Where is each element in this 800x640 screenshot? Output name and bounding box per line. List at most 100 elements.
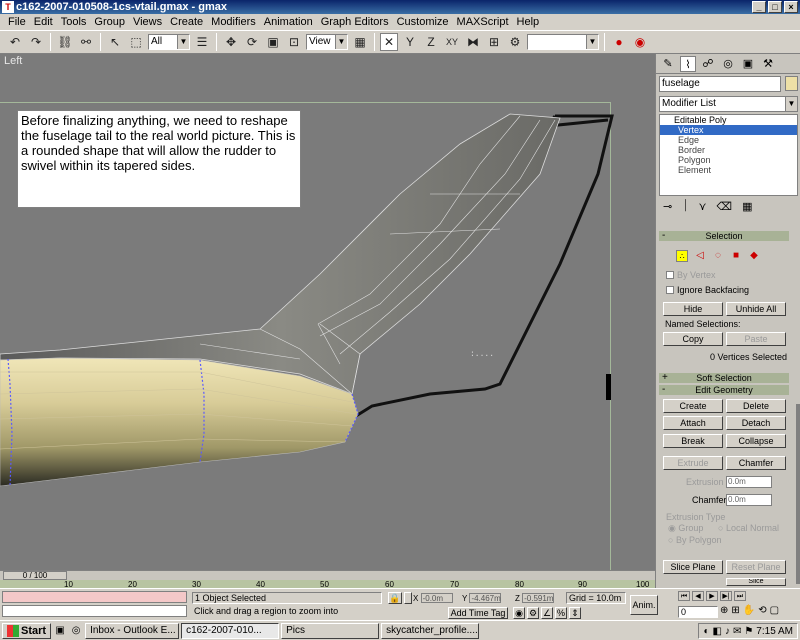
menu-edit[interactable]: Edit: [30, 14, 57, 30]
element-level-icon[interactable]: ◆: [748, 250, 760, 262]
restrict-xy-plane-icon[interactable]: ✕: [380, 33, 398, 51]
desktop-quicklaunch-icon[interactable]: ▣: [53, 625, 67, 636]
spinner-snap-icon[interactable]: ⇕: [569, 607, 581, 619]
local-normal-radio[interactable]: ○ Local Normal: [718, 523, 779, 533]
close-button[interactable]: ×: [784, 1, 798, 13]
object-name-field[interactable]: fuselage: [659, 76, 781, 92]
select-object-icon[interactable]: ↖: [106, 33, 124, 51]
slice-plane-button[interactable]: Slice Plane: [663, 560, 723, 574]
stack-item-polygon[interactable]: Polygon: [660, 155, 797, 165]
snap-icon[interactable]: ⚙: [506, 33, 524, 51]
move-icon[interactable]: ✥: [222, 33, 240, 51]
stack-item-editable-poly[interactable]: Editable Poly: [660, 115, 797, 125]
create-button[interactable]: Create: [663, 399, 723, 413]
pin-stack-icon[interactable]: ⊸: [663, 200, 672, 216]
selection-region-icon[interactable]: ⬚: [127, 33, 145, 51]
rotate-icon[interactable]: ⟳: [243, 33, 261, 51]
select-by-name-icon[interactable]: ☰: [193, 33, 211, 51]
task-outlook[interactable]: Inbox - Outlook E...: [85, 622, 180, 639]
scale-icon[interactable]: ▣: [264, 33, 282, 51]
z-coordinate[interactable]: Z -0.591m: [515, 593, 555, 603]
add-time-tag-button[interactable]: Add Time Tag: [448, 607, 508, 619]
command-panel-scrollbar[interactable]: [796, 404, 800, 584]
squash-icon[interactable]: ⊡: [285, 33, 303, 51]
restrict-y-icon[interactable]: Y: [401, 33, 419, 51]
current-frame-field[interactable]: 0: [678, 606, 718, 618]
show-end-result-icon[interactable]: ⏐: [682, 200, 688, 216]
border-level-icon[interactable]: ◌: [712, 250, 724, 262]
display-tab-icon[interactable]: ▣: [740, 56, 756, 72]
mirror-icon[interactable]: ⧓: [464, 33, 482, 51]
pan-icon[interactable]: ✋: [743, 605, 755, 616]
remove-modifier-icon[interactable]: ⌫: [717, 200, 733, 216]
soft-selection-rollout-header[interactable]: + Soft Selection: [659, 373, 789, 383]
chamfer-spinner[interactable]: 0.0m: [726, 494, 772, 506]
y-coordinate[interactable]: Y -4.467m: [462, 593, 502, 603]
edit-geometry-rollout-header[interactable]: - Edit Geometry: [659, 385, 789, 395]
stack-item-border[interactable]: Border: [660, 145, 797, 155]
render-icon[interactable]: ◉: [631, 33, 649, 51]
extrusion-spinner[interactable]: 0.0m: [726, 476, 772, 488]
extrude-button[interactable]: Extrude: [663, 456, 723, 470]
arc-rotate-icon[interactable]: ⟲: [758, 605, 766, 616]
tray-icon[interactable]: ♪: [725, 626, 730, 637]
zoom-all-icon[interactable]: ⊞: [731, 605, 739, 616]
link-icon[interactable]: ⛓: [56, 33, 74, 51]
x-coordinate[interactable]: X -0.0m: [413, 593, 453, 603]
ignore-backfacing-checkbox[interactable]: Ignore Backfacing: [666, 285, 749, 295]
snap-toggle-icon[interactable]: ⚙: [527, 607, 539, 619]
chamfer-button[interactable]: Chamfer: [726, 456, 786, 470]
task-gmax[interactable]: c162-2007-010...: [181, 622, 280, 639]
make-unique-icon[interactable]: ⋎: [698, 200, 706, 216]
pivot-center-icon[interactable]: ▦: [351, 33, 369, 51]
menu-customize[interactable]: Customize: [393, 14, 453, 30]
polygon-level-icon[interactable]: ■: [730, 250, 742, 262]
utilities-tab-icon[interactable]: ⚒: [760, 56, 776, 72]
named-selection-sets-dropdown[interactable]: ▼: [527, 34, 599, 50]
menu-maxscript[interactable]: MAXScript: [453, 14, 513, 30]
lock-selection-icon[interactable]: 🔒: [388, 592, 402, 604]
detach-button[interactable]: Detach: [726, 416, 786, 430]
animate-button[interactable]: Anim.: [630, 595, 658, 615]
hide-button[interactable]: Hide: [663, 302, 723, 316]
modifier-list-dropdown[interactable]: Modifier List ▼: [659, 96, 798, 112]
stack-item-vertex[interactable]: Vertex: [660, 125, 797, 135]
maximize-viewport-icon[interactable]: ▢: [770, 605, 779, 616]
create-tab-icon[interactable]: ✎: [660, 56, 676, 72]
selection-filter-dropdown[interactable]: All ▼: [148, 34, 190, 50]
break-button[interactable]: Break: [663, 434, 723, 448]
start-button[interactable]: Start: [2, 622, 52, 639]
tray-icon[interactable]: ◧: [712, 626, 721, 637]
unhide-all-button[interactable]: Unhide All: [726, 302, 786, 316]
absolute-mode-icon[interactable]: [404, 592, 412, 604]
reference-coordinate-dropdown[interactable]: View ▼: [306, 34, 348, 50]
task-skycatcher[interactable]: skycatcher_profile....: [381, 622, 480, 639]
maxscript-listener-input[interactable]: [2, 591, 187, 603]
slice-button[interactable]: Slice: [726, 578, 786, 586]
unlink-icon[interactable]: ⚯: [77, 33, 95, 51]
menu-views[interactable]: Views: [129, 14, 166, 30]
collapse-button[interactable]: Collapse: [726, 434, 786, 448]
percent-snap-icon[interactable]: %: [555, 607, 567, 619]
menu-modifiers[interactable]: Modifiers: [207, 14, 260, 30]
next-frame-icon[interactable]: ▶|: [720, 591, 732, 601]
restrict-z-icon[interactable]: Z: [422, 33, 440, 51]
browser-quicklaunch-icon[interactable]: ◎: [69, 625, 83, 636]
menu-help[interactable]: Help: [513, 14, 544, 30]
key-filter-icon[interactable]: ◉: [513, 607, 525, 619]
stack-item-edge[interactable]: Edge: [660, 135, 797, 145]
attach-button[interactable]: Attach: [663, 416, 723, 430]
play-icon[interactable]: ▶: [706, 591, 718, 601]
maximize-button[interactable]: □: [768, 1, 782, 13]
maxscript-listener-output[interactable]: [2, 605, 187, 617]
by-vertex-checkbox[interactable]: By Vertex: [666, 270, 716, 280]
align-icon[interactable]: ⊞: [485, 33, 503, 51]
angle-snap-icon[interactable]: ∠: [541, 607, 553, 619]
vertex-level-icon[interactable]: ∴: [676, 250, 688, 262]
previous-frame-icon[interactable]: ◀: [692, 591, 704, 601]
menu-tools[interactable]: Tools: [57, 14, 91, 30]
gmax-app-icon[interactable]: T: [2, 1, 14, 13]
object-color-swatch[interactable]: [785, 76, 798, 91]
restrict-xy-icon[interactable]: XY: [443, 33, 461, 51]
by-polygon-radio[interactable]: ○ By Polygon: [668, 535, 721, 545]
